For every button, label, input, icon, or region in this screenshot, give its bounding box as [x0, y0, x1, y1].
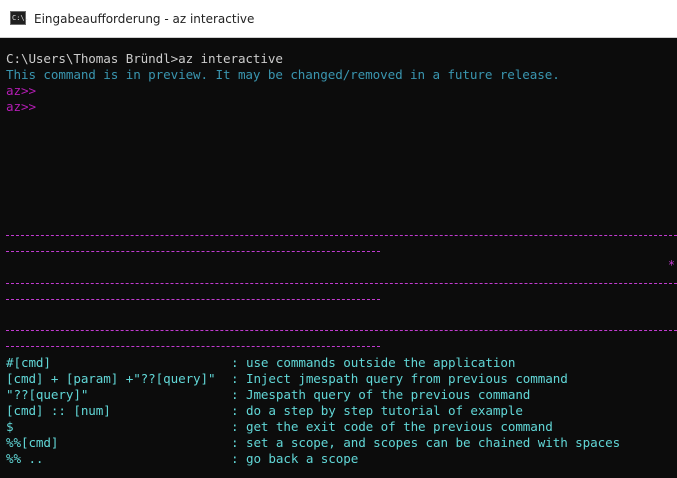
command-line: C:\Users\Thomas Bründl>az interactive	[6, 51, 283, 66]
divider-line	[6, 330, 677, 331]
help-key: %% ..	[6, 451, 44, 466]
divider-line	[6, 299, 380, 300]
help-row: $ : get the exit code of the previous co…	[6, 419, 553, 435]
help-description: : go back a scope	[231, 451, 359, 466]
help-key: #[cmd]	[6, 355, 51, 370]
help-row: %% .. : go back a scope	[6, 451, 358, 467]
preview-warning: This command is in preview. It may be ch…	[6, 67, 560, 82]
terminal-output[interactable]: C:\Users\Thomas Bründl>az interactive Th…	[6, 38, 677, 478]
help-key: %%[cmd]	[6, 435, 59, 450]
command-prompt-icon: C:\.	[10, 11, 29, 25]
az-prompt: az>>	[6, 83, 36, 98]
help-row: "??[query]" : Jmespath query of the prev…	[6, 387, 530, 403]
help-key: [cmd] + [param] +"??[query]"	[6, 371, 216, 386]
help-description: : use commands outside the application	[231, 355, 516, 370]
help-row: [cmd] :: [num] : do a step by step tutor…	[6, 403, 523, 419]
help-row: %%[cmd] : set a scope, and scopes can be…	[6, 435, 620, 451]
help-row: [cmd] + [param] +"??[query]" : Inject jm…	[6, 371, 568, 387]
help-description: : Inject jmespath query from previous co…	[231, 371, 568, 386]
divider-line	[6, 251, 380, 252]
help-description: : do a step by step tutorial of example	[231, 403, 523, 418]
divider-line	[6, 235, 677, 236]
title-bar: C:\. Eingabeaufforderung - az interactiv…	[0, 0, 677, 38]
help-row: #[cmd] : use commands outside the applic…	[6, 355, 515, 371]
help-description: : Jmespath query of the previous command	[231, 387, 531, 402]
help-key: $	[6, 419, 14, 434]
help-description: : set a scope, and scopes can be chained…	[231, 435, 621, 450]
window-title: Eingabeaufforderung - az interactive	[34, 12, 255, 26]
help-description: : get the exit code of the previous comm…	[231, 419, 553, 434]
star-marker: *	[667, 258, 675, 272]
help-key: "??[query]"	[6, 387, 89, 402]
help-key: [cmd] :: [num]	[6, 403, 111, 418]
console-window: C:\. Eingabeaufforderung - az interactiv…	[0, 0, 677, 478]
divider-line	[6, 346, 380, 347]
divider-line	[6, 283, 677, 284]
az-prompt-active[interactable]: az>>	[6, 99, 36, 115]
